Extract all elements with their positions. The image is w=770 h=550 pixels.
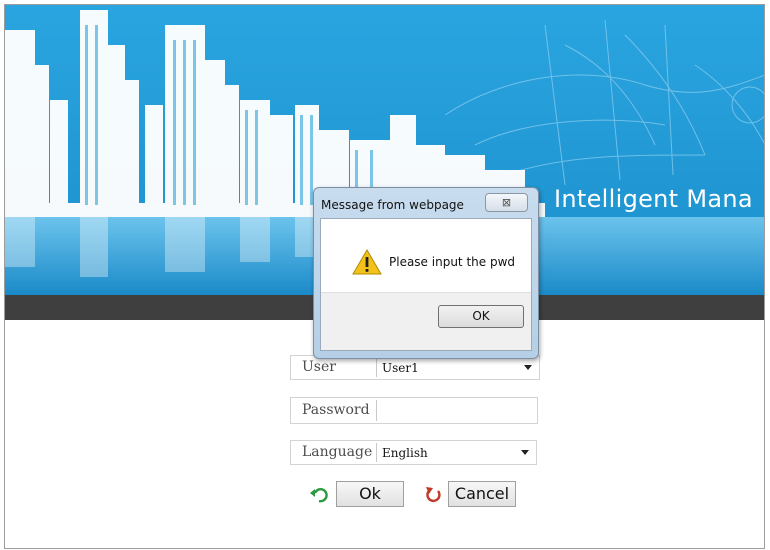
chevron-down-icon[interactable]: [521, 450, 529, 455]
password-input[interactable]: [381, 399, 535, 421]
language-select-value: English: [382, 446, 428, 460]
field-separator: [376, 443, 377, 462]
ok-button[interactable]: Ok: [336, 481, 404, 507]
app-title: Intelligent Mana: [554, 185, 753, 213]
language-select[interactable]: Language English: [290, 440, 537, 465]
user-label: User: [302, 359, 336, 375]
cancel-button[interactable]: Cancel: [448, 481, 516, 507]
password-label: Password: [302, 402, 370, 418]
dialog-ok-button[interactable]: OK: [438, 305, 524, 328]
dialog-close-button[interactable]: ⊠: [485, 193, 528, 212]
chevron-down-icon[interactable]: [524, 365, 532, 370]
field-separator: [376, 358, 377, 377]
dialog-message: Please input the pwd: [389, 255, 515, 269]
dialog-title: Message from webpage: [321, 198, 464, 212]
close-icon: ⊠: [501, 196, 512, 209]
warning-icon: [352, 249, 382, 275]
dialog-body: Please input the pwd OK: [320, 218, 532, 351]
field-separator: [376, 400, 377, 421]
user-select-value: User1: [382, 361, 419, 375]
dialog-footer: OK: [321, 292, 531, 350]
undo-icon: [426, 487, 441, 503]
password-field: Password: [290, 397, 538, 424]
message-dialog: Message from webpage ⊠ Please input the …: [313, 187, 539, 359]
refresh-arrow-icon: [310, 488, 328, 503]
language-label: Language: [302, 444, 373, 460]
